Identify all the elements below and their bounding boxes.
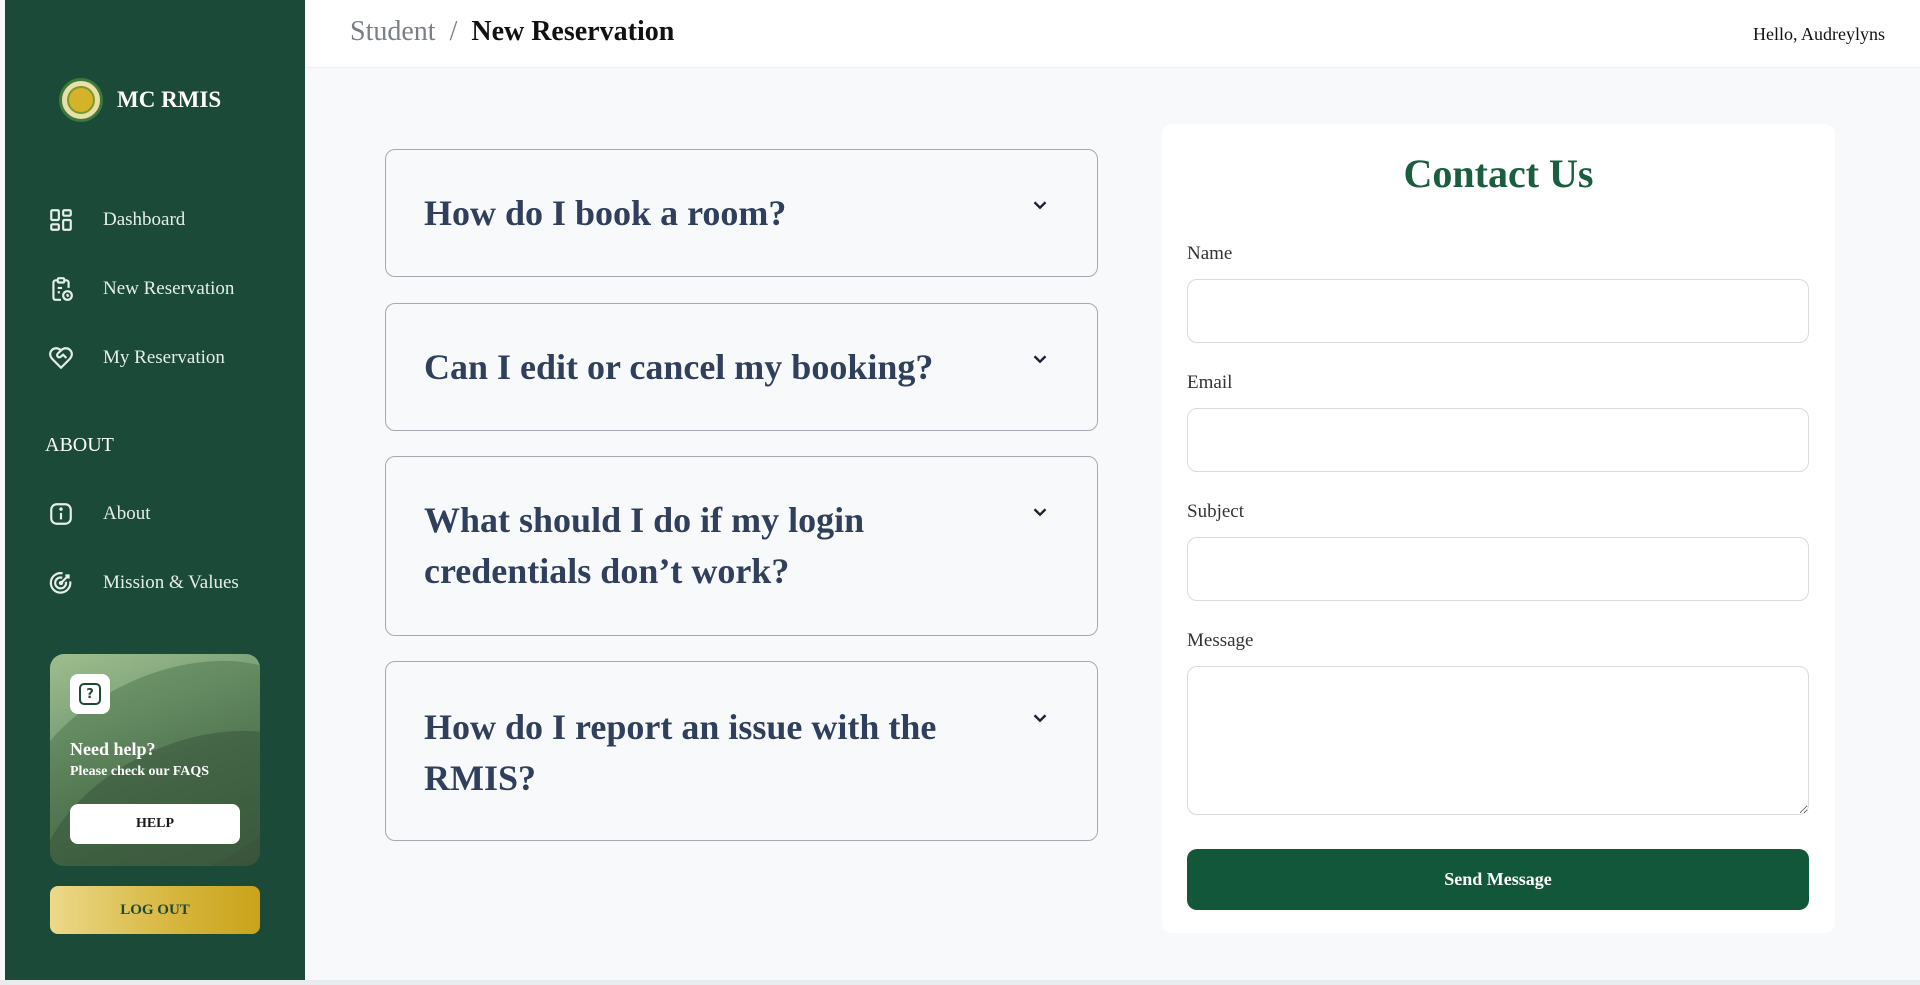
sidebar-item-label: About (103, 503, 151, 524)
contact-title: Contact Us (1403, 151, 1594, 196)
target-icon (47, 569, 75, 597)
question-icon: ? (70, 674, 110, 714)
brand[interactable]: MC RMIS (59, 78, 221, 122)
sidebar-item-my-reservation[interactable]: My Reservation (47, 344, 225, 372)
help-title: Need help? (70, 739, 156, 759)
sidebar: MC RMIS Dashboard New Reservation My Res… (5, 0, 305, 980)
help-subtitle: Please check our FAQS (70, 764, 210, 779)
sidebar-item-label: New Reservation (103, 278, 235, 299)
heart-hand-icon (47, 344, 75, 372)
faq-item[interactable]: How do I book a room? (385, 149, 1098, 277)
send-message-button[interactable]: Send Message (1187, 849, 1809, 910)
page-title: New Reservation (471, 16, 675, 47)
dashboard-grid-icon (47, 206, 75, 234)
chevron-down-icon[interactable] (1029, 348, 1051, 370)
clipboard-clock-icon (47, 275, 75, 303)
email-label: Email (1187, 372, 1233, 393)
help-card: ? Need help? Please check our FAQS HELP (50, 654, 260, 866)
breadcrumb-separator: / (449, 16, 458, 47)
section-label-about: ABOUT (45, 434, 114, 456)
name-label: Name (1187, 243, 1233, 264)
app-name: MC RMIS (117, 87, 222, 112)
topbar: Student / New Reservation Hello, Audreyl… (305, 0, 1920, 68)
faq-item[interactable]: Can I edit or cancel my booking? (385, 303, 1098, 431)
breadcrumb-student[interactable]: Student (350, 16, 436, 48)
sidebar-item-label: My Reservation (103, 347, 225, 368)
help-button[interactable]: HELP (70, 804, 240, 844)
user-greeting: Hello, Audreylyns (1753, 24, 1885, 44)
sidebar-item-dashboard[interactable]: Dashboard (47, 206, 185, 234)
faq-item[interactable]: How do I report an issue with the RMIS? (385, 661, 1098, 841)
sidebar-item-label: Dashboard (103, 209, 186, 230)
faq-question: Can I edit or cancel my booking? (424, 347, 934, 387)
message-field[interactable] (1187, 666, 1809, 815)
name-field[interactable] (1187, 279, 1809, 343)
chevron-down-icon[interactable] (1029, 194, 1051, 216)
subject-field[interactable] (1187, 537, 1809, 601)
chevron-down-icon[interactable] (1029, 501, 1051, 523)
faq-question: What should I do if my login credentials… (424, 500, 865, 591)
faq-question: How do I report an issue with the RMIS? (424, 707, 937, 798)
faq-question: How do I book a room? (424, 193, 787, 233)
school-seal-logo (59, 78, 103, 122)
faq-item[interactable]: What should I do if my login credentials… (385, 456, 1098, 636)
contact-form: Contact Us Name Email Subject Message Se… (1162, 124, 1835, 933)
message-label: Message (1187, 630, 1254, 651)
sidebar-item-label: Mission & Values (103, 572, 239, 593)
info-icon (47, 500, 75, 528)
logout-button[interactable]: LOG OUT (50, 886, 260, 934)
email-field[interactable] (1187, 408, 1809, 472)
window-bottom-edge (0, 980, 1920, 985)
breadcrumb: Student / New Reservation (350, 16, 674, 48)
subject-label: Subject (1187, 501, 1244, 522)
sidebar-item-about[interactable]: About (47, 500, 151, 528)
chevron-down-icon[interactable] (1029, 707, 1051, 729)
sidebar-item-new-reservation[interactable]: New Reservation (47, 275, 234, 303)
sidebar-item-mission-values[interactable]: Mission & Values (47, 569, 239, 597)
